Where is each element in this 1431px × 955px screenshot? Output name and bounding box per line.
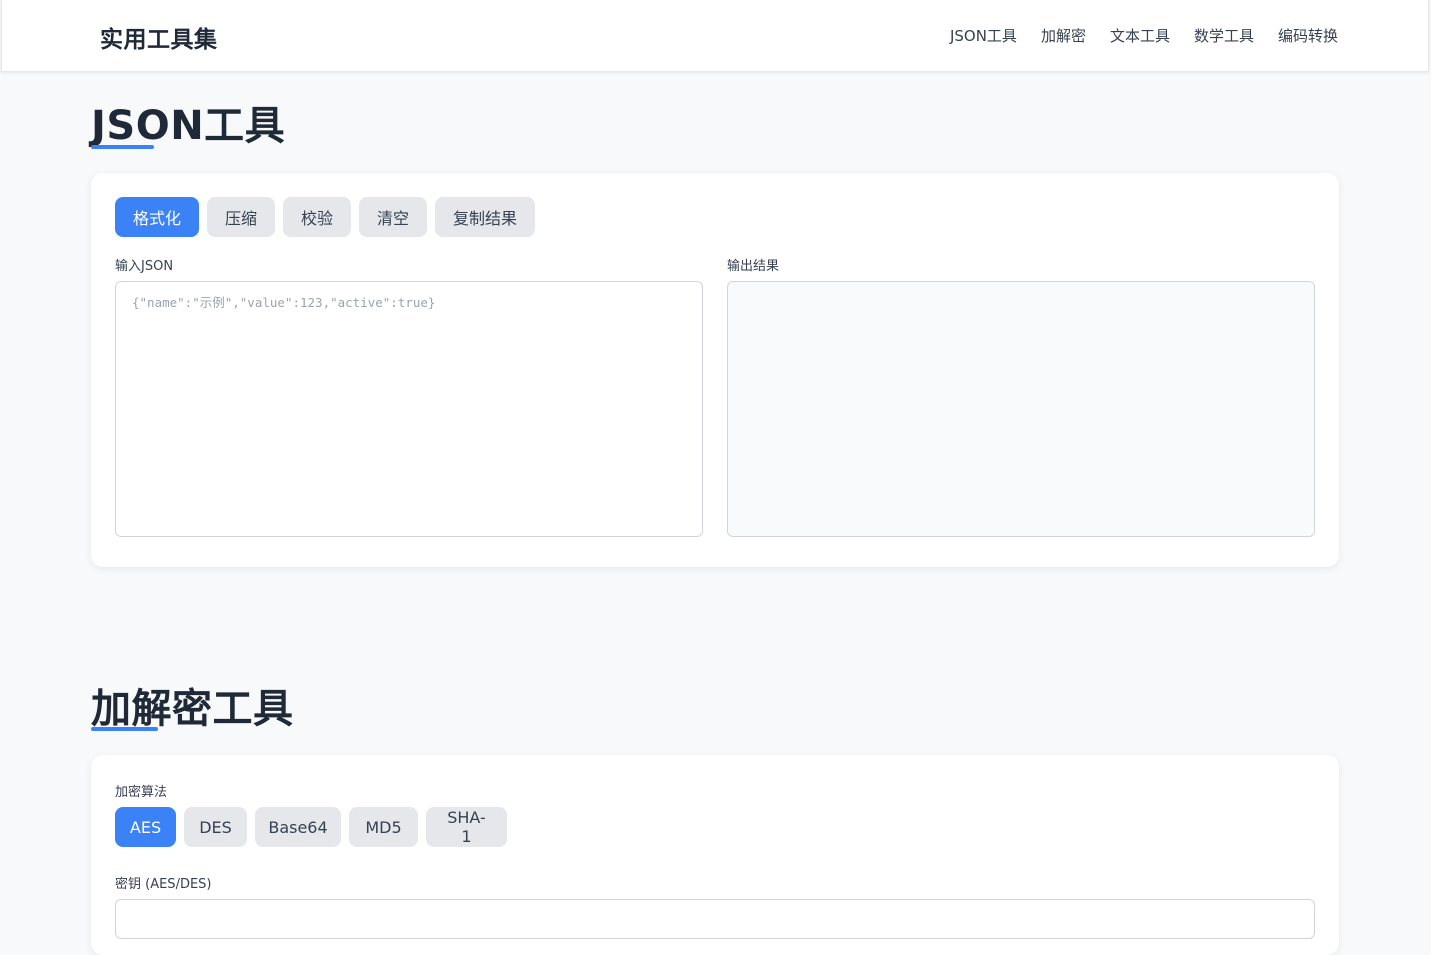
json-output-box[interactable] xyxy=(727,281,1315,537)
crypto-title-underline xyxy=(91,727,158,731)
algorithm-base64-button[interactable]: Base64 xyxy=(255,807,341,847)
algorithm-md5-button[interactable]: MD5 xyxy=(349,807,418,847)
algorithm-des-button[interactable]: DES xyxy=(184,807,247,847)
json-input-label: 输入JSON xyxy=(115,259,174,274)
crypto-section-title: 加解密工具 xyxy=(91,686,294,732)
algorithm-sha1-button[interactable]: SHA-1 xyxy=(426,807,507,847)
json-title-underline xyxy=(91,145,154,149)
compress-button[interactable]: 压缩 xyxy=(207,197,275,237)
algorithm-label: 加密算法 xyxy=(115,785,168,800)
json-input-textarea[interactable] xyxy=(115,281,703,537)
nav-item-crypto[interactable]: 加解密 xyxy=(1041,25,1086,46)
key-input[interactable] xyxy=(115,899,1315,939)
crypto-tool-card: 加密算法 AES DES Base64 MD5 SHA-1 密钥 (AES/DE… xyxy=(91,755,1339,955)
clear-button[interactable]: 清空 xyxy=(359,197,427,237)
nav-item-math[interactable]: 数学工具 xyxy=(1194,25,1254,46)
json-section-title: JSON工具 xyxy=(91,103,286,149)
algorithm-button-row: AES DES Base64 MD5 SHA-1 xyxy=(115,807,507,847)
nav-item-text[interactable]: 文本工具 xyxy=(1110,25,1170,46)
top-navbar: 实用工具集 JSON工具 加解密 文本工具 数学工具 编码转换 xyxy=(1,0,1429,72)
brand-title[interactable]: 实用工具集 xyxy=(100,20,218,54)
nav-item-json[interactable]: JSON工具 xyxy=(950,25,1017,46)
copy-result-button[interactable]: 复制结果 xyxy=(435,197,535,237)
validate-button[interactable]: 校验 xyxy=(283,197,351,237)
nav-item-encoding[interactable]: 编码转换 xyxy=(1278,25,1338,46)
json-tool-card: 格式化 压缩 校验 清空 复制结果 输入JSON 输出结果 xyxy=(91,173,1339,567)
nav-menu: JSON工具 加解密 文本工具 数学工具 编码转换 xyxy=(950,25,1338,46)
json-button-row: 格式化 压缩 校验 清空 复制结果 xyxy=(115,197,535,237)
format-button[interactable]: 格式化 xyxy=(115,197,199,237)
algorithm-aes-button[interactable]: AES xyxy=(115,807,176,847)
key-label: 密钥 (AES/DES) xyxy=(115,877,212,892)
json-output-label: 输出结果 xyxy=(727,259,780,274)
